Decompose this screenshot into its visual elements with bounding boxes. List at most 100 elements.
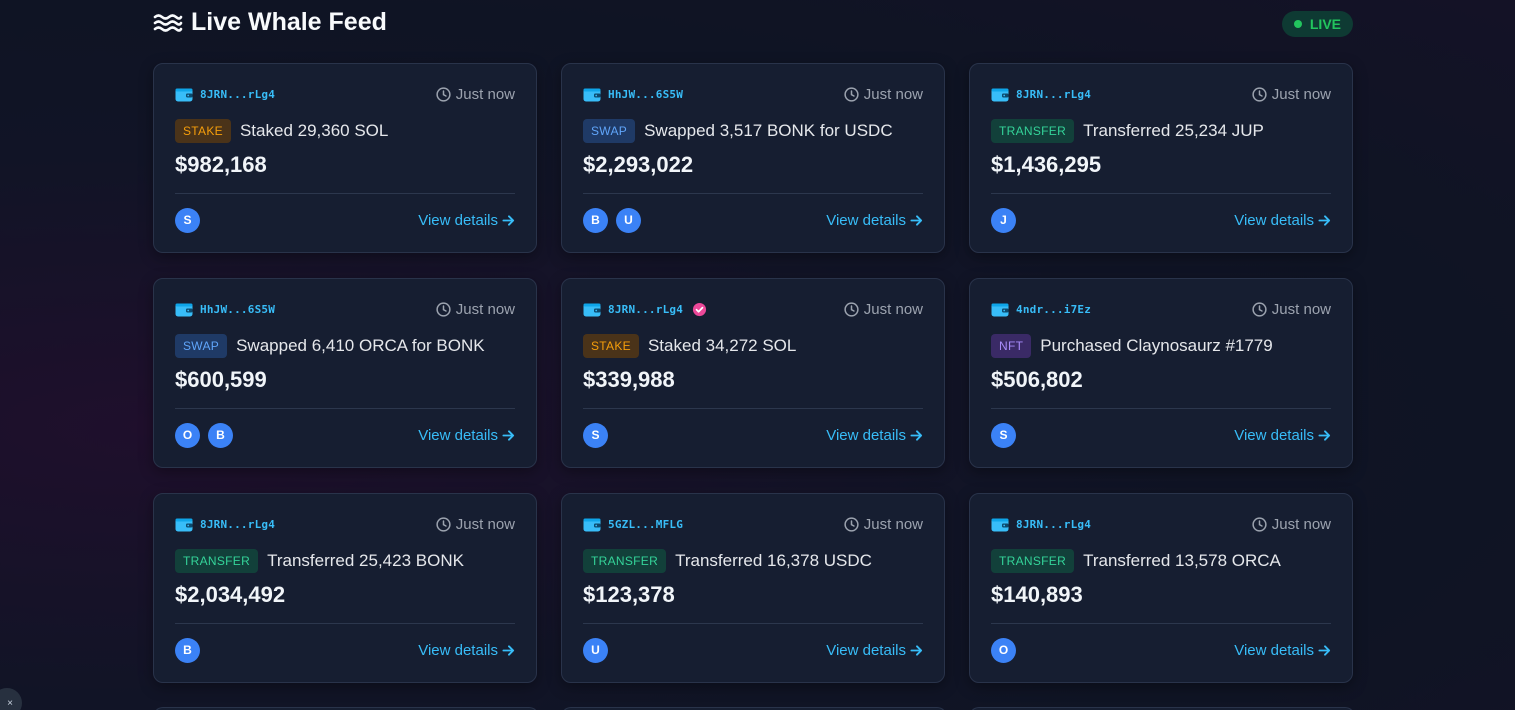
transaction-description: Purchased Claynosaurz #1779 [1040, 336, 1273, 355]
wallet-info[interactable]: 8JRN...rLg4 [991, 517, 1091, 532]
wallet-address[interactable]: 8JRN...rLg4 [200, 88, 275, 101]
wallet-icon [175, 303, 193, 316]
card-header: HhJW...6S5W Just now [583, 84, 923, 104]
card-header: 5GZL...MFLG Just now [583, 514, 923, 534]
usd-amount: $140,893 [991, 582, 1083, 607]
transaction-card[interactable]: 8JRN...rLg4 Just now TRANSFER Transferre… [153, 493, 537, 683]
usd-amount: $339,988 [583, 367, 675, 392]
transaction-card[interactable]: 8JRN...rLg4 Just now TRANSFER Transferre… [969, 493, 1353, 683]
timestamp: Just now [1252, 516, 1331, 533]
transaction-card[interactable]: 5GZL...MFLG Just now TRANSFER Transferre… [561, 493, 945, 683]
wallet-address[interactable]: 5GZL...MFLG [608, 518, 683, 531]
arrow-right-icon [910, 644, 923, 656]
card-footer: S View details [583, 422, 923, 448]
transaction-summary: SWAP Swapped 3,517 BONK for USDC [583, 119, 893, 143]
timestamp-text: Just now [455, 300, 515, 318]
wallet-address[interactable]: 8JRN...rLg4 [1016, 518, 1091, 531]
timestamp: Just now [436, 86, 515, 103]
token-avatar: B [208, 422, 233, 448]
transaction-card[interactable]: 4ndr...i7Ez Just now NFT Purchased Clayn… [969, 278, 1353, 468]
card-footer: U View details [583, 637, 923, 663]
timestamp-text: Just now [863, 515, 923, 533]
transaction-description: Transferred 13,578 ORCA [1083, 551, 1281, 570]
transaction-summary: TRANSFER Transferred 25,423 BONK [175, 549, 464, 573]
card-footer: BU View details [583, 207, 923, 233]
arrow-right-icon [502, 214, 515, 226]
wallet-address[interactable]: 4ndr...i7Ez [1016, 303, 1091, 316]
view-details-link[interactable]: View details [1234, 427, 1331, 444]
usd-amount: $1,436,295 [991, 152, 1102, 177]
token-list: O [991, 637, 1016, 663]
transaction-type-badge: TRANSFER [991, 549, 1075, 573]
clock-icon [436, 301, 451, 317]
wallet-icon [175, 518, 193, 531]
view-details-label: View details [418, 211, 498, 229]
view-details-label: View details [418, 426, 498, 444]
card-footer: S View details [991, 422, 1331, 448]
view-details-label: View details [418, 641, 498, 659]
wallet-info[interactable]: HhJW...6S5W [175, 302, 275, 317]
wallet-icon [583, 88, 601, 101]
wallet-info[interactable]: 4ndr...i7Ez [991, 302, 1091, 317]
wallet-icon [991, 303, 1009, 316]
usd-amount: $506,802 [991, 367, 1083, 392]
clock-icon [436, 86, 451, 102]
wallet-info[interactable]: 8JRN...rLg4 [583, 302, 707, 317]
timestamp: Just now [844, 516, 923, 533]
transaction-card[interactable]: 8JRN...rLg4 Just now TRANSFER Transferre… [969, 63, 1353, 253]
transaction-type-badge: TRANSFER [175, 549, 259, 573]
card-footer: O View details [991, 637, 1331, 663]
token-avatar: B [175, 637, 200, 663]
transaction-description: Staked 29,360 SOL [239, 121, 389, 140]
transaction-summary: TRANSFER Transferred 25,234 JUP [991, 119, 1264, 143]
wallet-address[interactable]: HhJW...6S5W [608, 88, 683, 101]
transaction-type-badge: SWAP [175, 334, 228, 358]
view-details-link[interactable]: View details [418, 427, 515, 444]
timestamp-text: Just now [455, 515, 515, 533]
view-details-link[interactable]: View details [826, 212, 923, 229]
timestamp: Just now [1252, 86, 1331, 103]
divider [991, 193, 1331, 194]
live-status-badge: LIVE [1281, 11, 1353, 37]
transaction-card[interactable]: 8JRN...rLg4 Just now STAKE Staked 29,360… [153, 63, 537, 253]
wallet-address[interactable]: 8JRN...rLg4 [200, 518, 275, 531]
wallet-info[interactable]: 8JRN...rLg4 [991, 87, 1091, 102]
view-details-link[interactable]: View details [1234, 212, 1331, 229]
transaction-summary: STAKE Staked 34,272 SOL [583, 334, 796, 358]
wallet-address[interactable]: HhJW...6S5W [200, 303, 275, 316]
transaction-card[interactable]: HhJW...6S5W Just now SWAP Swapped 3,517 … [561, 63, 945, 253]
clock-icon [1252, 86, 1267, 102]
transaction-type-badge: STAKE [175, 119, 231, 143]
view-details-link[interactable]: View details [418, 642, 515, 659]
live-dot-icon [1293, 20, 1302, 28]
transaction-card[interactable]: 8JRN...rLg4 Just now STAKE Staked 34,272… [561, 278, 945, 468]
view-details-link[interactable]: View details [826, 642, 923, 659]
transaction-description: Transferred 25,234 JUP [1083, 121, 1264, 140]
token-avatar: B [583, 207, 608, 233]
wallet-info[interactable]: HhJW...6S5W [583, 87, 683, 102]
divider [583, 623, 923, 624]
wallet-address[interactable]: 8JRN...rLg4 [608, 303, 683, 316]
timestamp: Just now [436, 301, 515, 318]
wallet-icon [991, 518, 1009, 531]
wallet-info[interactable]: 8JRN...rLg4 [175, 517, 275, 532]
usd-amount: $2,293,022 [583, 152, 694, 177]
token-list: B [175, 637, 200, 663]
card-header: 8JRN...rLg4 Just now [175, 514, 515, 534]
corner-widget-button[interactable]: × [0, 688, 22, 710]
wallet-info[interactable]: 5GZL...MFLG [583, 517, 683, 532]
transaction-card[interactable]: HhJW...6S5W Just now SWAP Swapped 6,410 … [153, 278, 537, 468]
view-details-label: View details [1234, 426, 1314, 444]
clock-icon [1252, 301, 1267, 317]
wallet-address[interactable]: 8JRN...rLg4 [1016, 88, 1091, 101]
transaction-type-badge: TRANSFER [991, 119, 1075, 143]
feed-header: Live Whale Feed LIVE [153, 8, 1353, 40]
verified-icon [693, 302, 707, 316]
transaction-type-badge: STAKE [583, 334, 639, 358]
view-details-link[interactable]: View details [826, 427, 923, 444]
wallet-info[interactable]: 8JRN...rLg4 [175, 87, 275, 102]
timestamp: Just now [436, 516, 515, 533]
view-details-link[interactable]: View details [1234, 642, 1331, 659]
live-label: LIVE [1309, 16, 1341, 32]
view-details-link[interactable]: View details [418, 212, 515, 229]
